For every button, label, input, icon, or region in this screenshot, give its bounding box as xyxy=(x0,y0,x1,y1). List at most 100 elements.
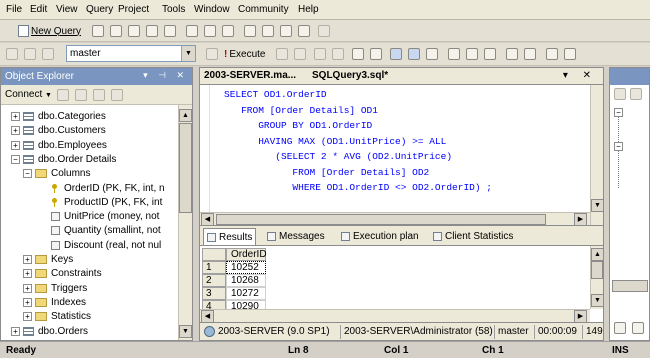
menu-file[interactable]: File xyxy=(6,4,22,15)
expand-icon[interactable]: + xyxy=(11,126,20,136)
open-file-icon[interactable] xyxy=(92,25,104,37)
tab-results[interactable]: Results xyxy=(203,228,257,245)
refresh-icon[interactable] xyxy=(93,89,105,101)
table-cell[interactable]: 10268 xyxy=(226,274,266,287)
open-icon[interactable] xyxy=(186,25,198,37)
registered-servers-icon[interactable] xyxy=(244,25,256,37)
menu-view[interactable]: View xyxy=(56,4,78,15)
results-grid[interactable]: OrderID 1 10252 2 10268 3 10272 4 10290 xyxy=(200,246,590,313)
expander-icon[interactable]: − xyxy=(614,142,623,151)
tree-node[interactable]: + Constraints xyxy=(23,267,102,280)
client-statistics-icon[interactable] xyxy=(448,48,460,60)
table-cell[interactable]: 10272 xyxy=(226,287,266,300)
pin-icon[interactable]: ▾ ⊣ ✕ xyxy=(143,70,188,81)
analysis-query-icon[interactable] xyxy=(110,25,122,37)
save-icon[interactable] xyxy=(204,25,216,37)
grid-vertical-scrollbar[interactable]: ▲ ▼ xyxy=(590,246,604,309)
collapse-icon[interactable]: − xyxy=(23,169,32,179)
connect-dropdown[interactable]: Connect ▼ xyxy=(5,89,52,100)
expand-icon[interactable]: + xyxy=(23,255,32,264)
tree-node[interactable]: UnitPrice (money, not xyxy=(51,210,159,223)
expand-icon[interactable]: + xyxy=(23,312,32,322)
row-header[interactable]: 3 xyxy=(202,287,226,300)
tree-node[interactable]: + Indexes xyxy=(23,296,86,309)
row-header[interactable]: 2 xyxy=(202,274,226,287)
results-to-file-icon[interactable] xyxy=(426,48,438,60)
intellisense-icon[interactable] xyxy=(352,48,364,60)
grid-horizontal-scrollbar[interactable]: ◀ ▶ xyxy=(200,309,590,323)
connect-icon[interactable] xyxy=(6,48,18,60)
tree-node[interactable]: − dbo.Order Details xyxy=(11,153,116,166)
menu-tools[interactable]: Tools xyxy=(162,4,185,15)
solution-explorer-tab-icon[interactable] xyxy=(614,322,626,334)
tab-messages[interactable]: Messages xyxy=(264,229,328,244)
scroll-up-icon[interactable]: ▲ xyxy=(179,109,192,122)
collapse-icon[interactable]: − xyxy=(11,154,20,164)
save-all-icon[interactable] xyxy=(222,25,234,37)
menu-project[interactable]: Project xyxy=(118,4,149,15)
scroll-down-icon[interactable]: ▼ xyxy=(591,294,604,307)
registered-servers-tab-icon[interactable] xyxy=(632,322,644,334)
expand-icon[interactable]: + xyxy=(11,326,20,336)
tab-sqlquery3[interactable]: SQLQuery3.sql* xyxy=(312,70,388,81)
tree-node[interactable]: + Keys xyxy=(23,253,73,266)
toolbar-options-icon[interactable] xyxy=(318,25,330,37)
dmx-query-icon[interactable] xyxy=(146,25,158,37)
menu-community[interactable]: Community xyxy=(238,4,289,15)
align-right-icon[interactable] xyxy=(524,48,536,60)
scroll-up-icon[interactable]: ▲ xyxy=(591,248,604,261)
menu-query[interactable]: Query xyxy=(86,4,113,15)
change-connection-icon[interactable] xyxy=(24,48,36,60)
new-query-button[interactable]: New Query xyxy=(18,23,81,39)
scroll-thumb[interactable] xyxy=(591,261,603,279)
panel-scrollbar[interactable] xyxy=(612,280,648,292)
expand-icon[interactable]: + xyxy=(23,297,32,307)
menu-help[interactable]: Help xyxy=(298,4,319,15)
tab-execution-plan[interactable]: Execution plan xyxy=(338,229,422,244)
close-icon[interactable]: ▾ ✕ xyxy=(563,70,597,81)
tree-node[interactable]: + dbo.Orders xyxy=(11,325,88,338)
object-explorer-scrollbar[interactable]: ▲ ▼ xyxy=(178,105,192,340)
expand-icon[interactable]: + xyxy=(23,283,32,293)
tree-node[interactable]: OrderID (PK, FK, int, n xyxy=(51,182,165,195)
disconnect-object-icon[interactable] xyxy=(57,89,69,101)
comment-out-icon[interactable] xyxy=(466,48,478,60)
expand-icon[interactable]: + xyxy=(11,112,20,121)
display-estimated-plan-icon[interactable] xyxy=(314,48,326,60)
editor-horizontal-scrollbar[interactable]: ◀ ▶ xyxy=(200,212,590,226)
results-to-grid-icon[interactable] xyxy=(408,48,420,60)
tree-node[interactable]: + Statistics xyxy=(23,310,91,323)
expand-icon[interactable]: + xyxy=(23,269,32,279)
properties-icon[interactable] xyxy=(614,88,626,100)
expander-icon[interactable]: − xyxy=(614,108,623,117)
uncomment-icon[interactable] xyxy=(484,48,496,60)
table-cell[interactable]: 10252 xyxy=(226,261,266,274)
mdx-query-icon[interactable] xyxy=(128,25,140,37)
properties-icon[interactable] xyxy=(298,25,310,37)
execute-button[interactable]: ! Execute xyxy=(224,46,265,62)
disconnect-icon[interactable] xyxy=(42,48,54,60)
chevron-down-icon[interactable]: ▼ xyxy=(181,46,195,61)
row-header[interactable]: 1 xyxy=(202,261,226,274)
stop-icon[interactable] xyxy=(75,89,87,101)
parse-check-icon[interactable] xyxy=(276,48,288,60)
cancel-query-icon[interactable] xyxy=(294,48,306,60)
tab-client-statistics[interactable]: Client Statistics xyxy=(430,229,516,244)
tree-node[interactable]: Discount (real, not nul xyxy=(51,239,161,252)
sql-code-editor[interactable]: SELECT OD1.OrderID FROM [Order Details] … xyxy=(200,85,590,212)
tree-node[interactable]: Quantity (smallint, not xyxy=(51,224,161,237)
show-all-files-icon[interactable] xyxy=(630,88,642,100)
tree-node[interactable]: + dbo.Customers xyxy=(11,124,106,137)
filter-icon[interactable] xyxy=(111,89,123,101)
increase-indent-icon[interactable] xyxy=(564,48,576,60)
tree-node[interactable]: − Columns xyxy=(23,167,90,180)
align-left-icon[interactable] xyxy=(506,48,518,60)
column-header-orderid[interactable]: OrderID xyxy=(226,248,267,261)
template-explorer-icon[interactable] xyxy=(280,25,292,37)
expand-icon[interactable]: + xyxy=(11,140,20,150)
tree-node[interactable]: + Triggers xyxy=(23,282,87,295)
scroll-thumb[interactable] xyxy=(216,214,546,225)
object-explorer-icon[interactable] xyxy=(262,25,274,37)
menu-window[interactable]: Window xyxy=(194,4,230,15)
scroll-down-icon[interactable]: ▼ xyxy=(179,325,192,338)
